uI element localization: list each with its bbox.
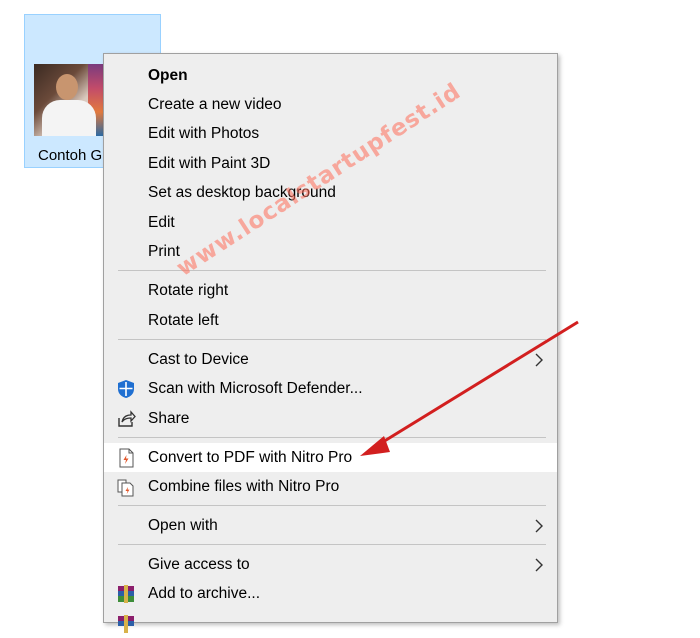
image-thumbnail: [34, 64, 104, 136]
nitro-combine-icon: [117, 479, 134, 497]
menu-item-label: Combine files with Nitro Pro: [148, 477, 340, 495]
chevron-right-icon: [535, 519, 543, 533]
menu-item-edit-with-photos[interactable]: Edit with Photos: [104, 119, 557, 148]
menu-item-archive-partial[interactable]: [104, 609, 557, 638]
menu-item-label: Share: [148, 409, 190, 427]
context-menu: Open Create a new video Edit with Photos…: [103, 53, 558, 633]
menu-item-label: Convert to PDF with Nitro Pro: [148, 448, 353, 466]
menu-item-label: Open with: [148, 516, 218, 534]
menu-item-label: Edit: [148, 213, 175, 231]
menu-item-rotate-left[interactable]: Rotate left: [104, 306, 557, 335]
menu-item-give-access-to[interactable]: Give access to: [104, 550, 557, 579]
menu-item-open[interactable]: Open: [104, 61, 557, 90]
menu-item-label: Edit with Paint 3D: [148, 154, 271, 172]
menu-separator: [118, 339, 546, 340]
menu-item-label: Create a new video: [148, 95, 282, 113]
menu-item-label: Rotate left: [148, 311, 219, 329]
menu-item-cast-to-device[interactable]: Cast to Device: [104, 345, 557, 374]
menu-item-label: Edit with Photos: [148, 124, 260, 142]
menu-separator: [118, 544, 546, 545]
menu-separator: [118, 505, 546, 506]
menu-separator: [118, 437, 546, 438]
menu-item-open-with[interactable]: Open with: [104, 511, 557, 540]
chevron-right-icon: [535, 558, 543, 572]
menu-item-share[interactable]: Share: [104, 404, 557, 433]
menu-item-print[interactable]: Print: [104, 237, 557, 266]
share-icon: [118, 410, 136, 427]
nitro-convert-icon: [119, 448, 134, 468]
menu-item-label: Give access to: [148, 555, 250, 573]
menu-item-label: Rotate right: [148, 281, 229, 299]
menu-item-convert-to-pdf-nitro[interactable]: Convert to PDF with Nitro Pro: [104, 443, 557, 472]
menu-item-label: Scan with Microsoft Defender...: [148, 379, 363, 397]
chevron-right-icon: [535, 353, 543, 367]
menu-item-label: Cast to Device: [148, 350, 249, 368]
menu-item-rotate-right[interactable]: Rotate right: [104, 276, 557, 305]
menu-item-label: Add to archive...: [148, 584, 261, 602]
menu-item-scan-defender[interactable]: Scan with Microsoft Defender...: [104, 374, 557, 403]
menu-item-label: Open: [148, 66, 188, 84]
winrar-archive-icon: [118, 615, 134, 633]
menu-item-combine-files-nitro[interactable]: Combine files with Nitro Pro: [104, 472, 557, 501]
menu-item-add-to-archive[interactable]: Add to archive...: [104, 579, 557, 608]
menu-item-edit[interactable]: Edit: [104, 208, 557, 237]
file-name-label: Contoh G: [38, 147, 103, 164]
shield-icon: [118, 380, 134, 398]
winrar-archive-icon: [118, 585, 134, 603]
menu-item-create-video[interactable]: Create a new video: [104, 90, 557, 119]
